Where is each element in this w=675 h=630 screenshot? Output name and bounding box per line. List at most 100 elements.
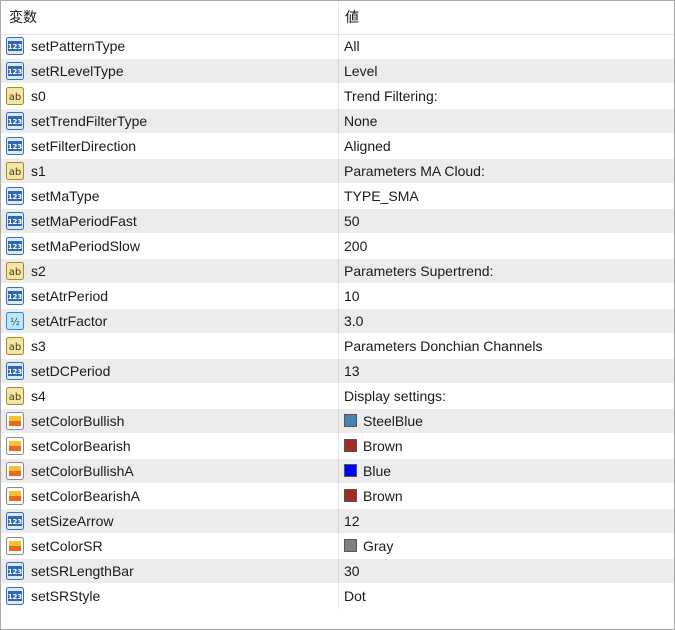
parameter-row[interactable]: 123 setPatternType All <box>1 34 674 59</box>
header-column-divider[interactable] <box>338 1 339 34</box>
integer-type-icon: 123 <box>6 62 24 80</box>
parameter-row[interactable]: 123 setDCPeriod 13 <box>1 359 674 384</box>
integer-type-icon: 123 <box>6 37 24 55</box>
parameter-name-cell[interactable]: 123 setMaPeriodSlow <box>1 234 338 259</box>
parameter-name: s1 <box>31 163 46 179</box>
parameter-value-cell[interactable]: 30 <box>338 559 674 584</box>
svg-text:½: ½ <box>10 316 20 328</box>
color-type-icon <box>6 462 24 480</box>
parameter-value-cell[interactable]: Brown <box>338 484 674 509</box>
parameter-value-cell[interactable]: 12 <box>338 509 674 534</box>
parameter-name-cell[interactable]: 123 setSRLengthBar <box>1 559 338 584</box>
parameter-name: setSizeArrow <box>31 513 114 529</box>
parameter-value-cell[interactable]: 10 <box>338 284 674 309</box>
parameter-name-cell[interactable]: ½ setAtrFactor <box>1 309 338 334</box>
parameter-name-cell[interactable]: 123 setPatternType <box>1 34 338 59</box>
parameter-name: setMaType <box>31 188 100 204</box>
parameter-name-cell[interactable]: ab s1 <box>1 159 338 184</box>
parameter-value-cell[interactable]: Dot <box>338 584 674 609</box>
color-swatch[interactable] <box>344 414 357 427</box>
parameter-row[interactable]: setColorBullish SteelBlue <box>1 409 674 434</box>
parameter-name-cell[interactable]: 123 setAtrPeriod <box>1 284 338 309</box>
parameter-value-cell[interactable]: Blue <box>338 459 674 484</box>
parameter-row[interactable]: setColorBearishA Brown <box>1 484 674 509</box>
parameter-name-cell[interactable]: ab s4 <box>1 384 338 409</box>
parameter-row[interactable]: 123 setMaType TYPE_SMA <box>1 184 674 209</box>
parameter-name-cell[interactable]: 123 setSRStyle <box>1 584 338 609</box>
svg-text:ab: ab <box>9 342 21 353</box>
parameter-name-cell[interactable]: 123 setRLevelType <box>1 59 338 84</box>
parameter-row[interactable]: ½ setAtrFactor 3.0 <box>1 309 674 334</box>
parameter-row[interactable]: ab s3 Parameters Donchian Channels <box>1 334 674 359</box>
color-swatch[interactable] <box>344 439 357 452</box>
parameter-value: 200 <box>344 238 368 254</box>
parameter-row[interactable]: setColorBullishA Blue <box>1 459 674 484</box>
parameter-name-cell[interactable]: ab s0 <box>1 84 338 109</box>
svg-text:123: 123 <box>8 118 23 126</box>
header-value-column[interactable]: 値 <box>345 1 359 34</box>
parameter-value-cell[interactable]: Gray <box>338 534 674 559</box>
parameter-row[interactable]: 123 setTrendFilterType None <box>1 109 674 134</box>
parameter-value-cell[interactable]: SteelBlue <box>338 409 674 434</box>
string-type-icon: ab <box>6 162 24 180</box>
parameter-name-cell[interactable]: 123 setFilterDirection <box>1 134 338 159</box>
svg-text:123: 123 <box>8 143 23 151</box>
parameter-name-cell[interactable]: 123 setSizeArrow <box>1 509 338 534</box>
parameter-name: setColorBullish <box>31 413 125 429</box>
parameter-value: Gray <box>363 538 394 554</box>
parameter-row[interactable]: ab s0 Trend Filtering: <box>1 84 674 109</box>
parameter-row[interactable]: ab s2 Parameters Supertrend: <box>1 259 674 284</box>
svg-text:ab: ab <box>9 167 21 178</box>
parameter-name: setColorBearishA <box>31 488 140 504</box>
color-swatch[interactable] <box>344 464 357 477</box>
parameter-row[interactable]: setColorBearish Brown <box>1 434 674 459</box>
parameter-name-cell[interactable]: setColorSR <box>1 534 338 559</box>
parameter-value-cell[interactable]: Aligned <box>338 134 674 159</box>
color-swatch[interactable] <box>344 489 357 502</box>
parameter-value-cell[interactable]: TYPE_SMA <box>338 184 674 209</box>
parameter-name: setRLevelType <box>31 63 124 79</box>
parameter-name-cell[interactable]: setColorBullish <box>1 409 338 434</box>
parameter-row[interactable]: setColorSR Gray <box>1 534 674 559</box>
parameter-value-cell[interactable]: None <box>338 109 674 134</box>
parameter-row[interactable]: 123 setSizeArrow 12 <box>1 509 674 534</box>
parameter-value-cell[interactable]: Brown <box>338 434 674 459</box>
color-swatch[interactable] <box>344 539 357 552</box>
parameter-name-cell[interactable]: 123 setMaType <box>1 184 338 209</box>
parameter-name-cell[interactable]: setColorBullishA <box>1 459 338 484</box>
header-variable-column[interactable]: 変数 <box>9 1 37 34</box>
parameter-value-cell[interactable]: 200 <box>338 234 674 259</box>
parameter-row[interactable]: 123 setMaPeriodSlow 200 <box>1 234 674 259</box>
parameter-value-cell[interactable]: Parameters MA Cloud: <box>338 159 674 184</box>
parameter-row[interactable]: 123 setSRLengthBar 30 <box>1 559 674 584</box>
parameter-row[interactable]: 123 setSRStyle Dot <box>1 584 674 609</box>
parameter-value-cell[interactable]: 13 <box>338 359 674 384</box>
parameter-name-cell[interactable]: ab s2 <box>1 259 338 284</box>
parameter-value-cell[interactable]: Display settings: <box>338 384 674 409</box>
parameter-value-cell[interactable]: Trend Filtering: <box>338 84 674 109</box>
parameter-row[interactable]: ab s4 Display settings: <box>1 384 674 409</box>
double-type-icon: ½ <box>6 312 24 330</box>
parameter-name-cell[interactable]: setColorBearishA <box>1 484 338 509</box>
integer-type-icon: 123 <box>6 287 24 305</box>
parameter-name: setColorBearish <box>31 438 131 454</box>
parameter-name-cell[interactable]: 123 setMaPeriodFast <box>1 209 338 234</box>
parameter-row[interactable]: 123 setFilterDirection Aligned <box>1 134 674 159</box>
parameter-value-cell[interactable]: All <box>338 34 674 59</box>
parameter-row[interactable]: 123 setMaPeriodFast 50 <box>1 209 674 234</box>
parameter-row[interactable]: 123 setAtrPeriod 10 <box>1 284 674 309</box>
parameter-value-cell[interactable]: Level <box>338 59 674 84</box>
parameter-row[interactable]: ab s1 Parameters MA Cloud: <box>1 159 674 184</box>
parameter-name-cell[interactable]: setColorBearish <box>1 434 338 459</box>
parameter-name-cell[interactable]: ab s3 <box>1 334 338 359</box>
parameter-name-cell[interactable]: 123 setDCPeriod <box>1 359 338 384</box>
parameter-name-cell[interactable]: 123 setTrendFilterType <box>1 109 338 134</box>
parameter-value-cell[interactable]: 50 <box>338 209 674 234</box>
parameter-value-cell[interactable]: Parameters Donchian Channels <box>338 334 674 359</box>
parameter-row[interactable]: 123 setRLevelType Level <box>1 59 674 84</box>
parameter-value-cell[interactable]: 3.0 <box>338 309 674 334</box>
parameter-value-cell[interactable]: Parameters Supertrend: <box>338 259 674 284</box>
parameter-value: Parameters MA Cloud: <box>344 163 485 179</box>
parameter-value: None <box>344 113 378 129</box>
svg-text:123: 123 <box>8 68 23 76</box>
